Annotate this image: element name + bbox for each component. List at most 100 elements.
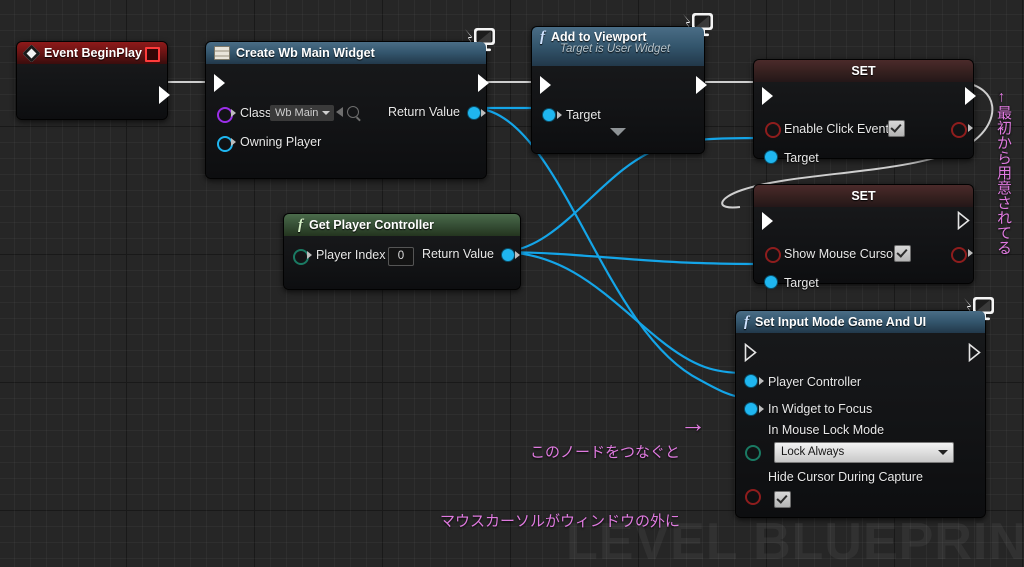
return-value-pin[interactable] xyxy=(502,249,514,261)
enable-click-events-pin[interactable] xyxy=(765,122,781,138)
return-value-pin[interactable] xyxy=(468,107,480,119)
exec-out-pin[interactable] xyxy=(957,211,970,230)
exec-row xyxy=(754,209,973,239)
hide-cursor-during-capture-checkbox[interactable] xyxy=(774,491,791,508)
node-header: f Set Input Mode Game And UI xyxy=(736,311,985,333)
pin-label-owning-player: Owning Player xyxy=(240,134,322,149)
node-title: Create Wb Main Widget xyxy=(236,46,375,60)
pin-arrow-icon xyxy=(481,109,486,117)
in-mouse-lock-mode-pin[interactable] xyxy=(745,445,761,461)
show-mouse-cursor-checkbox[interactable] xyxy=(894,245,911,262)
exec-in-pin[interactable] xyxy=(762,212,773,230)
pin-label-in-mouse-lock-mode: In Mouse Lock Mode xyxy=(768,423,885,437)
pin-row-target: Target xyxy=(532,100,704,129)
annotation-center-note: このノードをつなぐと マウスカーソルがウィンドウの外に 出られなくなる xyxy=(400,395,680,567)
player-index-input[interactable]: 0 xyxy=(388,247,414,266)
collapse-arrow-icon[interactable] xyxy=(610,128,626,136)
stop-square-icon[interactable] xyxy=(145,47,160,62)
target-pin[interactable] xyxy=(543,109,555,121)
target-pin[interactable] xyxy=(765,276,777,288)
blueprint-canvas[interactable]: Event BeginPlay Create Wb Main Widget Cl… xyxy=(0,0,1024,567)
pin-row-owning-player: Owning Player xyxy=(206,127,486,156)
exec-out-pin[interactable] xyxy=(478,74,489,92)
exec-row xyxy=(206,68,489,98)
node-set-enable-click-events[interactable]: SET Enable Click Events Target xyxy=(753,59,976,165)
pin-arrow-icon xyxy=(231,109,236,117)
pin-row-enable-click-events: Enable Click Events xyxy=(754,114,973,143)
node-event-begin-play[interactable]: Event BeginPlay xyxy=(16,41,170,120)
pin-row-target: Target xyxy=(754,143,973,172)
pin-row-in-widget-to-focus: In Widget to Focus xyxy=(736,396,985,422)
pin-arrow-icon xyxy=(759,377,764,385)
node-add-to-viewport[interactable]: f Add to Viewport Target is User Widget … xyxy=(531,13,713,154)
pin-label-player-index: Player Index xyxy=(316,247,386,262)
output-value-pin[interactable] xyxy=(951,122,967,138)
function-f-icon: f xyxy=(744,314,749,330)
pin-arrow-icon xyxy=(968,249,973,257)
node-title: Get Player Controller xyxy=(309,218,435,232)
pin-label-target: Target xyxy=(566,107,601,122)
exec-in-pin[interactable] xyxy=(214,74,225,92)
annotation-line-1: このノードをつなぐと xyxy=(529,444,680,461)
in-mouse-lock-mode-dropdown[interactable]: Lock Always xyxy=(774,442,954,463)
output-label-return-value: Return Value xyxy=(387,105,460,119)
exec-out-pin[interactable] xyxy=(696,76,707,94)
node-set-input-mode-game-and-ui[interactable]: f Set Input Mode Game And UI Player Cont… xyxy=(735,297,994,518)
pin-label-target: Target xyxy=(784,275,819,290)
exec-in-pin[interactable] xyxy=(762,87,773,105)
event-diamond-icon xyxy=(22,43,41,63)
output-value-pin[interactable] xyxy=(951,247,967,263)
target-pin[interactable] xyxy=(765,151,777,163)
pin-label-target: Target xyxy=(784,150,819,165)
output-label-return-value: Return Value xyxy=(421,247,494,261)
player-controller-pin[interactable] xyxy=(745,375,757,387)
hide-cursor-during-capture-pin[interactable] xyxy=(745,489,761,505)
exec-row xyxy=(736,339,985,367)
pin-label-show-mouse-cursor: Show Mouse Cursor xyxy=(784,246,898,261)
node-header: f Get Player Controller xyxy=(284,214,520,236)
class-shortcut-icons[interactable] xyxy=(336,106,359,118)
pin-label-enable-click-events: Enable Click Events xyxy=(784,121,896,136)
node-title: SET xyxy=(851,64,876,78)
pin-arrow-icon xyxy=(759,405,764,413)
pin-row-target: Target xyxy=(754,268,973,297)
node-set-show-mouse-cursor[interactable]: SET Show Mouse Cursor Target xyxy=(753,184,974,290)
pin-arrow-icon xyxy=(231,138,236,146)
pin-label-player-controller: Player Controller xyxy=(768,374,862,389)
annotation-center-arrow: → xyxy=(680,408,706,438)
pin-arrow-icon xyxy=(307,251,312,259)
node-create-wb-main-widget[interactable]: Create Wb Main Widget Class Wb Main Retu… xyxy=(205,28,495,179)
pin-row-show-mouse-cursor: Show Mouse Cursor xyxy=(754,239,973,268)
pin-arrow-icon xyxy=(515,251,520,259)
pin-label-hide-cursor-during-capture: Hide Cursor During Capture xyxy=(768,470,923,484)
annotation-line-2: マウスカーソルがウィンドウの外に xyxy=(439,513,680,530)
pin-row-class: Class Wb Main Return Value xyxy=(206,98,486,127)
exec-out-pin[interactable] xyxy=(159,86,170,104)
pin-row-in-mouse-lock-mode: In Mouse Lock Mode Lock Always xyxy=(736,422,985,470)
node-title: Set Input Mode Game And UI xyxy=(755,315,927,329)
exec-out-pin[interactable] xyxy=(968,343,981,362)
function-f-icon: f xyxy=(298,217,303,233)
exec-out-pin[interactable] xyxy=(965,87,976,105)
widget-icon xyxy=(214,46,230,60)
search-icon[interactable] xyxy=(347,106,359,118)
exec-in-pin[interactable] xyxy=(540,76,551,94)
pin-arrow-icon xyxy=(557,111,562,119)
node-header: Create Wb Main Widget xyxy=(206,42,486,64)
exec-row xyxy=(532,70,707,100)
exec-in-pin[interactable] xyxy=(744,343,757,362)
node-header: Event BeginPlay xyxy=(17,42,167,64)
node-subtitle: Target is User Widget xyxy=(560,43,671,55)
enable-click-events-checkbox[interactable] xyxy=(888,120,905,137)
in-widget-to-focus-pin[interactable] xyxy=(745,403,757,415)
class-value-dropdown[interactable]: Wb Main xyxy=(270,105,335,121)
pin-row-player-controller: Player Controller xyxy=(736,367,985,396)
node-get-player-controller[interactable]: f Get Player Controller Player Index 0 R… xyxy=(283,213,521,290)
node-title: Event BeginPlay xyxy=(44,46,142,60)
browse-back-arrow-icon[interactable] xyxy=(336,107,343,117)
node-title: SET xyxy=(851,189,876,203)
show-mouse-cursor-pin[interactable] xyxy=(765,247,781,263)
pin-arrow-icon xyxy=(968,124,973,132)
function-f-icon: f xyxy=(540,29,545,45)
pin-label-in-widget-to-focus: In Widget to Focus xyxy=(768,402,873,416)
